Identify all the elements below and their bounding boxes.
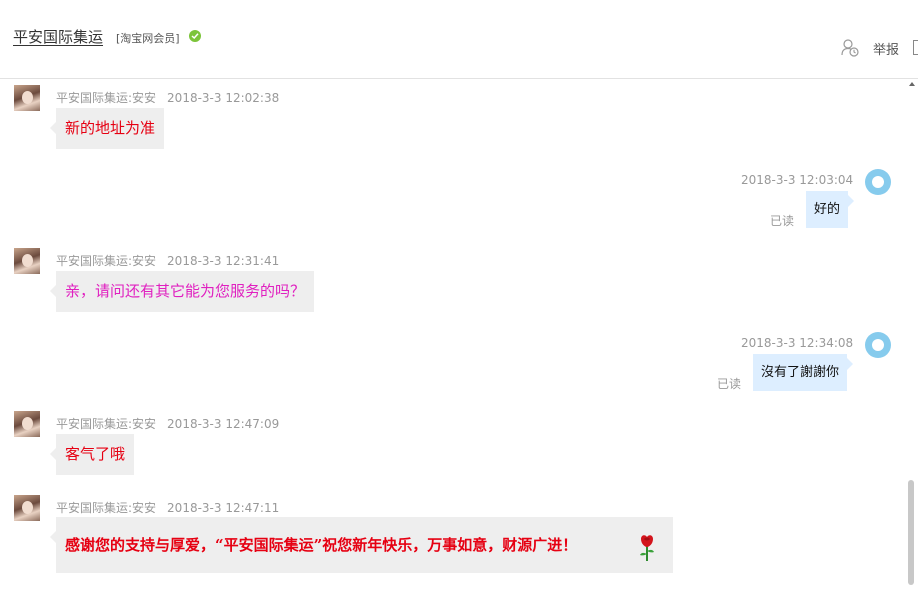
shop-name-link[interactable]: 平安国际集运 (13, 26, 103, 47)
message-meta: 平安国际集运:安安 2018-3-3 12:31:41 (56, 252, 279, 269)
message-time: 2018-3-3 12:31:41 (167, 254, 280, 268)
chat-header: 平安国际集运 [淘宝网会员] 举报 (0, 0, 918, 79)
message-bubble: 沒有了謝謝你 (753, 354, 854, 391)
report-link[interactable]: 举报 (873, 39, 899, 58)
message-time: 2018-3-3 12:47:09 (167, 417, 280, 431)
message-bubble: 新的地址为准 (49, 108, 165, 149)
agent-avatar (14, 85, 40, 111)
chat-message-list[interactable]: 平安国际集运:安安 2018-3-3 12:02:38 新的地址为准 2018-3… (0, 79, 906, 590)
member-badge: [淘宝网会员] (116, 32, 180, 45)
user-avatar (865, 169, 891, 195)
message-bubble: 客气了哦 (49, 434, 135, 475)
message-time: 2018-3-3 12:47:11 (167, 501, 280, 515)
check-circle-icon (189, 30, 201, 42)
message-bubble: 亲，请问还有其它能为您服务的吗？ (49, 271, 315, 312)
user-add-icon[interactable] (840, 38, 860, 58)
rose-icon (637, 529, 657, 561)
sender-name: 平安国际集运:安安 (56, 91, 157, 105)
agent-avatar (14, 495, 40, 521)
agent-avatar (14, 248, 40, 274)
sender-name: 平安国际集运:安安 (56, 254, 157, 268)
message-meta: 平安国际集运:安安 2018-3-3 12:47:09 (56, 415, 279, 432)
message-text: 感谢您的支持与厚爱，“平安国际集运”祝您新年快乐，万事如意，财源广进！ (65, 536, 578, 554)
scroll-up-arrow-icon[interactable] (909, 82, 915, 86)
sender-name: 平安国际集运:安安 (56, 417, 157, 431)
user-avatar (865, 332, 891, 358)
message-time: 2018-3-3 12:03:04 (741, 173, 854, 187)
message-time: 2018-3-3 12:02:38 (167, 91, 280, 105)
read-status: 已读 (717, 377, 742, 391)
more-menu-icon[interactable] (913, 40, 918, 55)
message-time: 2018-3-3 12:34:08 (741, 336, 854, 350)
message-bubble: 感谢您的支持与厚爱，“平安国际集运”祝您新年快乐，万事如意，财源广进！ (50, 517, 673, 573)
message-meta: 平安国际集运:安安 2018-3-3 12:47:11 (56, 499, 279, 516)
read-status: 已读 (770, 214, 795, 228)
message-bubble: 好的 (806, 191, 855, 228)
message-meta: 平安国际集运:安安 2018-3-3 12:02:38 (56, 89, 279, 106)
sender-name: 平安国际集运:安安 (56, 501, 157, 515)
agent-avatar (14, 411, 40, 437)
scroll-thumb[interactable] (908, 480, 914, 585)
